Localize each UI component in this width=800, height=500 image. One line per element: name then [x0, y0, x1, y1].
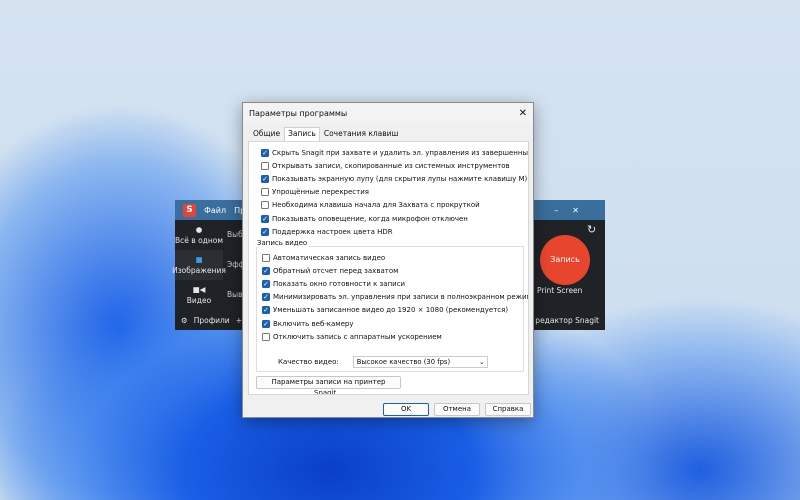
- checkbox[interactable]: ✓: [262, 266, 270, 275]
- option-row[interactable]: ✓ Обратный отсчет перед захватом: [262, 264, 528, 277]
- option-label: Обратный отсчет перед захватом: [273, 266, 399, 275]
- checkbox[interactable]: [262, 332, 270, 341]
- printer-settings-button[interactable]: Параметры записи на принтер Snagit...: [256, 376, 401, 394]
- hotkey-label: Print Screen: [537, 286, 583, 295]
- checkbox[interactable]: [262, 253, 270, 262]
- checkbox[interactable]: ✓: [262, 279, 270, 288]
- option-row[interactable]: ✓ Скрыть Snagit при захвате и удалить эл.…: [261, 146, 528, 159]
- checkbox[interactable]: [261, 188, 269, 197]
- option-label: Упрощённые перекрестия: [272, 188, 369, 197]
- close-icon[interactable]: ✕: [519, 108, 527, 119]
- option-row[interactable]: ✓ Поддержка настроек цвета HDR: [261, 225, 528, 238]
- record-button[interactable]: Запись: [540, 235, 590, 285]
- option-row[interactable]: ✓ Показать окно готовности к записи: [262, 277, 528, 290]
- option-row[interactable]: ✓ Минимизировать эл. управления при запис…: [262, 291, 529, 304]
- tab-video[interactable]: ■◀ Видео: [175, 280, 223, 310]
- video-group-label: Запись видео: [255, 239, 310, 247]
- option-row[interactable]: ✓ Показывать оповещение, когда микрофон о…: [261, 212, 528, 225]
- option-row[interactable]: ✓ Включить веб-камеру: [262, 317, 528, 330]
- cancel-button[interactable]: Отмена: [434, 403, 480, 416]
- preferences-dialog: Параметры программы ✕ Общие Запись Сочета…: [242, 102, 534, 418]
- checkbox[interactable]: ✓: [261, 148, 269, 157]
- tab-images[interactable]: ■ Изображения: [172, 250, 226, 280]
- checkbox[interactable]: [261, 161, 269, 170]
- option-label: Уменьшать записанное видео до 1920 × 108…: [273, 306, 509, 315]
- tab-all-in-one[interactable]: ● Всё в одном: [175, 220, 223, 250]
- checkbox[interactable]: [261, 201, 269, 210]
- option-row[interactable]: Упрощённые перекрестия: [261, 186, 528, 199]
- capture-panel: ✓ Скрыть Snagit при захвате и удалить эл.…: [248, 141, 529, 395]
- quality-value: Высокое качество (30 fps) (рекомендуется…: [356, 358, 451, 366]
- option-label: Поддержка настроек цвета HDR: [272, 227, 393, 236]
- option-row[interactable]: Необходима клавиша начала для Захвата с …: [261, 199, 528, 212]
- option-label: Скрыть Snagit при захвате и удалить эл. …: [272, 148, 529, 157]
- checkbox[interactable]: ✓: [261, 227, 269, 236]
- ok-button[interactable]: OK: [383, 403, 429, 416]
- dialog-title: Параметры программы: [249, 108, 348, 118]
- option-label: Показывать оповещение, когда микрофон от…: [272, 214, 468, 223]
- option-label: Показать окно готовности к записи: [273, 279, 406, 288]
- snagit-logo: S: [183, 203, 196, 217]
- gear-icon[interactable]: ⚙: [181, 316, 188, 325]
- tab-label: Видео: [186, 296, 212, 305]
- option-row[interactable]: Открывать записи, скопированные из систе…: [261, 159, 528, 172]
- option-row[interactable]: Автоматическая запись видео: [262, 251, 528, 264]
- window-controls[interactable]: –✕: [554, 206, 593, 215]
- video-camera-icon: ■◀: [192, 285, 206, 294]
- option-label: Открывать записи, скопированные из систе…: [272, 161, 510, 170]
- tab-hotkeys[interactable]: Сочетания клавиш: [320, 127, 403, 141]
- menu-file[interactable]: Файл: [204, 206, 226, 215]
- option-label: Минимизировать эл. управления при записи…: [273, 293, 529, 302]
- checkbox[interactable]: ✓: [262, 319, 270, 328]
- quality-label: Качество видео:: [278, 358, 339, 366]
- option-label: Автоматическая запись видео: [273, 253, 386, 262]
- option-label: Включить веб-камеру: [273, 319, 354, 328]
- quality-select[interactable]: Высокое качество (30 fps) (рекомендуется…: [352, 356, 488, 368]
- help-button[interactable]: Справка: [485, 403, 531, 416]
- chevron-down-icon: ⌄: [479, 357, 485, 367]
- reset-icon[interactable]: ↻: [587, 223, 596, 236]
- option-label: Отключить запись с аппаратным ускорением: [273, 332, 442, 341]
- option-row[interactable]: ✓ Показывать экранную лупу (для скрытия л…: [261, 172, 528, 185]
- option-label: Показывать экранную лупу (для скрытия лу…: [272, 174, 528, 183]
- open-editor-link[interactable]: ь редактор Snagit: [529, 316, 600, 325]
- checkbox[interactable]: ✓: [262, 306, 270, 315]
- checkbox[interactable]: ✓: [262, 293, 270, 302]
- camera-icon: ■: [195, 255, 203, 264]
- checkbox[interactable]: ✓: [261, 174, 269, 183]
- tab-label: Всё в одном: [175, 236, 223, 245]
- option-label: Необходима клавиша начала для Захвата с …: [272, 201, 480, 210]
- tab-capture[interactable]: Запись: [284, 127, 320, 141]
- record-dot-icon: ●: [195, 225, 203, 234]
- tab-label: Изображения: [172, 266, 226, 275]
- checkbox[interactable]: ✓: [261, 214, 269, 223]
- option-row[interactable]: ✓ Уменьшать записанное видео до 1920 × 10…: [262, 304, 528, 317]
- option-row[interactable]: Отключить запись с аппаратным ускорением: [262, 330, 528, 343]
- tab-general[interactable]: Общие: [249, 127, 284, 141]
- profiles-button[interactable]: Профили: [194, 316, 230, 325]
